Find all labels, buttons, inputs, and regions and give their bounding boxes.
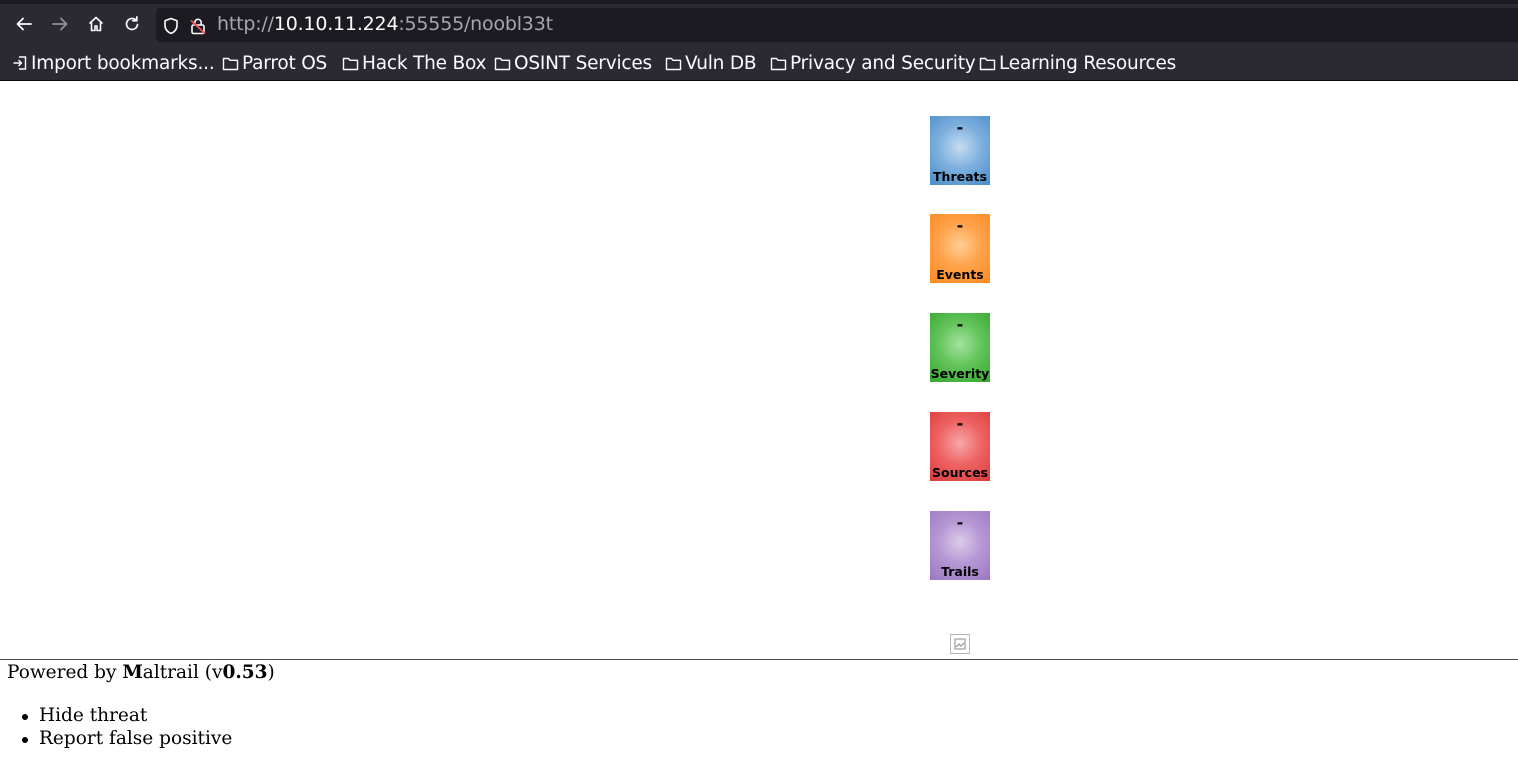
counter-label: Severity — [930, 366, 990, 381]
counter-value: - — [956, 513, 964, 532]
folder-icon — [979, 57, 996, 70]
shield-icon[interactable] — [163, 17, 179, 35]
bookmark-folder-vuln-db[interactable]: Vuln DB — [665, 51, 757, 75]
broken-image-icon — [950, 634, 970, 654]
url-host: 10.10.11.224 — [273, 13, 399, 35]
forward-button[interactable] — [44, 8, 76, 40]
counter-sources[interactable]: - Sources — [930, 412, 990, 481]
bookmark-label: OSINT Services — [514, 52, 652, 74]
context-menu-list: Hide threat Report false positive — [0, 705, 232, 751]
powered-by-text: Powered by — [7, 662, 123, 683]
folder-icon — [665, 57, 682, 70]
reload-button[interactable] — [116, 8, 148, 40]
bookmark-folder-osint-services[interactable]: OSINT Services — [494, 51, 652, 75]
reload-icon — [125, 15, 139, 31]
brand-name: altrail — [142, 662, 199, 683]
image-placeholder-icon — [954, 638, 966, 650]
counter-threats[interactable]: - Threats — [930, 116, 990, 185]
counter-value: - — [956, 118, 964, 137]
version-suffix: ) — [267, 662, 275, 683]
bookmark-folder-learning-resources[interactable]: Learning Resources — [979, 51, 1176, 75]
bookmark-label: Privacy and Security — [790, 52, 976, 74]
url-path: :55555/noobl33t — [398, 13, 553, 35]
url-text[interactable]: http://10.10.11.224:55555/noobl33t — [217, 13, 553, 35]
home-icon — [88, 16, 104, 32]
bookmark-label: Parrot OS — [242, 52, 328, 74]
bookmark-label: Hack The Box — [362, 52, 487, 74]
counter-label: Sources — [932, 465, 988, 480]
counter-label: Threats — [933, 169, 987, 184]
back-button[interactable] — [8, 8, 40, 40]
powered-by-footer: Powered by Maltrail (v0.53) — [7, 662, 275, 683]
arrow-right-icon — [52, 17, 68, 31]
bookmark-import[interactable]: Import bookmarks... — [12, 51, 215, 75]
bookmark-label: Vuln DB — [685, 52, 757, 74]
counter-value: - — [956, 216, 964, 235]
bookmark-label: Learning Resources — [999, 52, 1177, 74]
bookmarks-toolbar: Import bookmarks... Parrot OS Hack The B… — [0, 46, 1518, 80]
folder-icon — [770, 57, 787, 70]
counter-value: - — [956, 414, 964, 433]
counter-value: - — [956, 315, 964, 334]
counter-trails[interactable]: - Trails — [930, 511, 990, 580]
counter-label: Trails — [941, 564, 979, 579]
folder-icon — [494, 57, 511, 70]
folder-icon — [222, 57, 239, 70]
menu-item-report-false-positive[interactable]: Report false positive — [0, 728, 232, 751]
bookmark-folder-parrot-os[interactable]: Parrot OS — [222, 51, 327, 75]
bookmark-label: Import bookmarks... — [31, 52, 215, 74]
bookmark-folder-privacy-and-security[interactable]: Privacy and Security — [770, 51, 976, 75]
home-button[interactable] — [80, 8, 112, 40]
bookmark-folder-hack-the-box[interactable]: Hack The Box — [342, 51, 486, 75]
folder-icon — [342, 57, 359, 70]
chrome-divider — [0, 80, 1518, 81]
counter-label: Events — [936, 267, 984, 282]
version-number: 0.53 — [222, 662, 268, 683]
horizontal-rule — [0, 659, 1518, 660]
menu-item-hide-threat[interactable]: Hide threat — [0, 705, 232, 728]
navigation-toolbar: http://10.10.11.224:55555/noobl33t — [0, 4, 1518, 44]
counter-events[interactable]: - Events — [930, 214, 990, 283]
import-icon — [13, 56, 27, 70]
arrow-left-icon — [16, 17, 32, 31]
brand-initial: M — [122, 662, 143, 683]
browser-chrome: http://10.10.11.224:55555/noobl33t Impor… — [0, 0, 1518, 81]
url-scheme: http:// — [217, 13, 274, 35]
counter-severity[interactable]: - Severity — [930, 313, 990, 382]
address-bar[interactable]: http://10.10.11.224:55555/noobl33t — [156, 8, 1518, 42]
version-prefix: (v — [198, 662, 223, 683]
insecure-lock-icon[interactable] — [190, 17, 206, 35]
